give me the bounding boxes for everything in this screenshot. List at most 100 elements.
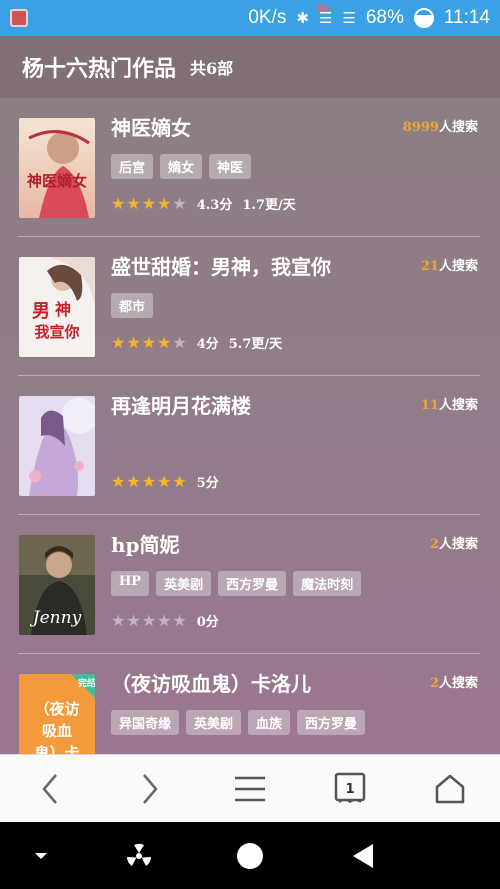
content-area[interactable]: 杨十六热门作品 共6部 神医嫡女 神医嫡女 8999人搜索 后宫 嫡女 神医 ★…: [0, 36, 500, 754]
star-icon: ★: [141, 471, 157, 491]
star-icon: ★: [141, 193, 157, 213]
status-bar-right: 0K/s ✱ 2G ☰ ☰ 68% 11:14: [248, 0, 490, 36]
tabs-button[interactable]: 1: [320, 759, 380, 819]
tabs-icon: 1: [334, 772, 366, 803]
back-icon: [42, 773, 57, 804]
svg-text:（夜访: （夜访: [34, 700, 79, 718]
search-count: 8999人搜索: [402, 120, 478, 135]
tag[interactable]: 嫡女: [160, 154, 203, 179]
tag[interactable]: 后宫: [111, 154, 154, 179]
bluetooth-icon: ✱: [296, 10, 309, 27]
book-cover[interactable]: Jenny: [19, 535, 95, 635]
star-icon: ★: [157, 332, 172, 352]
rating: ★ ★ ★ ★ ★ 5分: [111, 472, 219, 491]
svg-text:男: 男: [32, 301, 50, 322]
tag[interactable]: 都市: [111, 293, 154, 318]
rating: ★ ★ ★ ★ ★ 4分 5.7更/天: [111, 333, 282, 352]
star-rating: ★ ★ ★ ★ ★: [111, 193, 187, 213]
star-icon: ★: [141, 332, 157, 352]
back-button[interactable]: [20, 759, 80, 819]
star-icon: ★: [111, 332, 126, 352]
system-home-button[interactable]: [235, 842, 265, 870]
menu-button[interactable]: [220, 759, 280, 819]
back-triangle-icon: [353, 844, 373, 868]
star-icon: ★: [157, 471, 172, 491]
book-title[interactable]: hp简妮: [111, 529, 180, 558]
tag[interactable]: 西方罗曼: [297, 710, 366, 735]
score: 4分: [196, 337, 219, 352]
star-icon: ★: [126, 193, 141, 213]
status-bar: 0K/s ✱ 2G ☰ ☰ 68% 11:14: [0, 0, 500, 36]
wifi-icon: ☰: [342, 10, 356, 27]
svg-text:神医嫡女: 神医嫡女: [27, 172, 87, 190]
tag[interactable]: 神医: [209, 154, 252, 179]
star-icon: ★: [126, 332, 141, 352]
star-icon: ★: [172, 332, 187, 352]
book-list: 神医嫡女 神医嫡女 8999人搜索 后宫 嫡女 神医 ★ ★ ★ ★ ★ 4.3分 1.…: [0, 98, 500, 754]
score: 0分: [196, 615, 219, 630]
tag[interactable]: 魔法时刻: [293, 571, 362, 596]
svg-text:吸血: 吸血: [42, 722, 72, 740]
rating: ★ ★ ★ ★ ★ 4.3分 1.7更/天: [111, 194, 296, 213]
rating: ★ ★ ★ ★ ★ 0分: [111, 611, 219, 630]
book-item[interactable]: 完结 （夜访 吸血 鬼）卡 （夜访吸血鬼）卡洛儿 2人搜索 异国奇缘 英美剧 血…: [18, 654, 480, 754]
tag[interactable]: 英美剧: [156, 571, 212, 596]
search-count: 21人搜索: [420, 259, 478, 274]
star-icon: ★: [126, 610, 141, 630]
book-title[interactable]: （夜访吸血鬼）卡洛儿: [111, 668, 311, 697]
book-item[interactable]: Jenny hp简妮 2人搜索 HP 英美剧 西方罗曼 魔法时刻 ★ ★ ★ ★ ★ 0…: [18, 515, 480, 654]
collapse-button[interactable]: [26, 842, 56, 870]
battery-icon: [413, 8, 434, 28]
star-icon: ★: [172, 193, 187, 213]
forward-button[interactable]: [120, 759, 180, 819]
svg-text:鬼）卡: 鬼）卡: [34, 744, 79, 754]
battery-percent: 68%: [365, 7, 404, 28]
book-title[interactable]: 神医嫡女: [111, 112, 191, 141]
tab-count: 1: [345, 782, 354, 797]
tag[interactable]: 血族: [248, 710, 291, 735]
search-count: 11人搜索: [420, 398, 478, 413]
network-speed: 0K/s: [248, 7, 287, 28]
home-button[interactable]: [420, 759, 480, 819]
system-navigation-bar: [0, 822, 500, 889]
svg-text:我宣你: 我宣你: [34, 323, 79, 341]
book-item[interactable]: 男 神 我宣你 盛世甜婚：男神，我宣你 21人搜索 都市 ★ ★ ★ ★ ★ 4分 5.…: [18, 237, 480, 376]
tag[interactable]: HP: [111, 571, 150, 596]
tag-list: 异国奇缘 英美剧 血族 西方罗曼: [111, 710, 366, 735]
star-icon: ★: [111, 610, 126, 630]
star-rating: ★ ★ ★ ★ ★: [111, 471, 187, 491]
star-icon: ★: [172, 471, 187, 491]
app-notification-icon: [10, 9, 28, 27]
book-cover[interactable]: [19, 396, 95, 496]
collapse-icon: [35, 853, 47, 859]
home-icon: [435, 774, 465, 803]
star-rating: ★ ★ ★ ★ ★: [111, 610, 187, 630]
page-header: 杨十六热门作品 共6部: [0, 36, 500, 98]
page-title: 杨十六热门作品: [22, 56, 177, 82]
search-count: 2人搜索: [429, 537, 478, 552]
star-icon: ★: [111, 193, 126, 213]
book-item[interactable]: 再逢明月花满楼 11人搜索 ★ ★ ★ ★ ★ 5分: [18, 376, 480, 515]
radiation-button[interactable]: [124, 842, 154, 870]
clock: 11:14: [443, 7, 490, 28]
book-cover[interactable]: 男 神 我宣你: [19, 257, 95, 357]
home-circle-icon: [237, 843, 263, 869]
search-count: 2人搜索: [429, 676, 478, 691]
book-title[interactable]: 再逢明月花满楼: [111, 390, 251, 419]
system-back-button[interactable]: [348, 842, 378, 870]
tag[interactable]: 异国奇缘: [111, 710, 180, 735]
book-cover[interactable]: 神医嫡女: [19, 118, 95, 218]
star-icon: ★: [126, 471, 141, 491]
book-title[interactable]: 盛世甜婚：男神，我宣你: [111, 251, 331, 280]
book-item[interactable]: 神医嫡女 神医嫡女 8999人搜索 后宫 嫡女 神医 ★ ★ ★ ★ ★ 4.3分 1.…: [18, 98, 480, 237]
update-frequency: 1.7更/天: [242, 198, 296, 213]
tag[interactable]: 西方罗曼: [218, 571, 287, 596]
works-count: 共6部: [190, 59, 234, 78]
star-icon: ★: [141, 610, 157, 630]
tag[interactable]: 英美剧: [186, 710, 242, 735]
menu-icon: [235, 776, 265, 801]
tag-list: HP 英美剧 西方罗曼 魔法时刻: [111, 571, 362, 596]
book-cover[interactable]: 完结 （夜访 吸血 鬼）卡: [19, 674, 95, 754]
star-icon: ★: [157, 193, 172, 213]
svg-text:Jenny: Jenny: [30, 608, 82, 628]
